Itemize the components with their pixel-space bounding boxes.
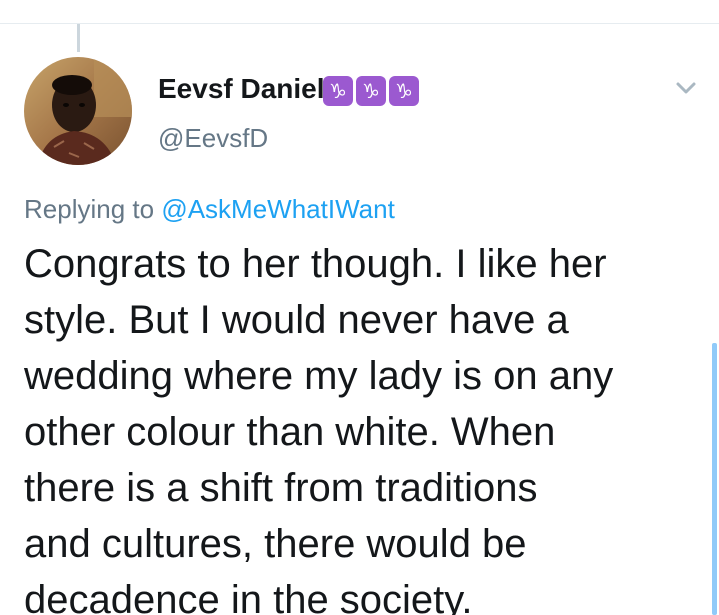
replying-to-label: Replying to [24,194,162,224]
profile-photo [24,57,132,165]
name-emoji-row: ♑ ♑ ♑ [323,76,419,106]
replying-to-link[interactable]: @AskMeWhatIWant [161,194,394,224]
chevron-down-icon[interactable] [670,74,702,102]
replying-to-line: Replying to @AskMeWhatIWant [24,192,395,226]
capricorn-emoji-icon: ♑ [389,76,419,106]
capricorn-emoji-icon: ♑ [323,76,353,106]
tweet-text: Congrats to her though. I like her style… [24,242,614,615]
thread-connector-line [77,24,80,52]
user-handle[interactable]: @EevsfD [158,122,268,154]
scrollbar[interactable] [712,343,717,615]
avatar[interactable] [24,57,132,165]
capricorn-emoji-icon: ♑ [356,76,386,106]
display-name[interactable]: Eevsf Daniel [158,72,325,106]
top-divider [0,23,719,24]
